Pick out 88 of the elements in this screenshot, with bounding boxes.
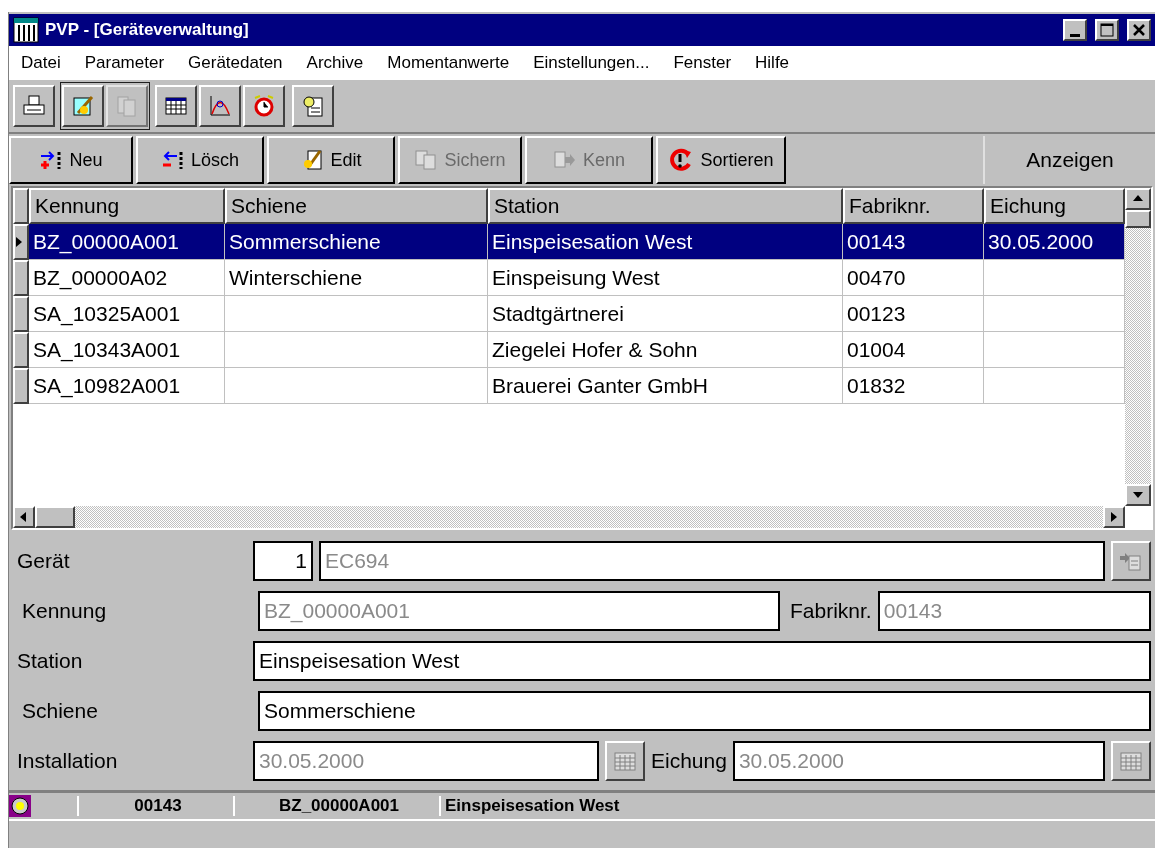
status-text: Einspeisesation West <box>439 796 845 816</box>
field-label: Gerät <box>17 549 71 573</box>
menu-item[interactable]: Archive <box>306 53 364 73</box>
table-cell: SA_10325A001 <box>29 296 225 332</box>
table-cell: Winterschiene <box>225 260 488 296</box>
table-cell: 01004 <box>843 332 984 368</box>
text-field[interactable]: Einspeisesation West <box>253 641 1151 681</box>
menu-item[interactable]: Gerätedaten <box>188 53 283 73</box>
menu-item[interactable]: Datei <box>21 53 61 73</box>
menu-item[interactable]: Hilfe <box>755 53 790 73</box>
row-header[interactable] <box>13 368 29 404</box>
column-header[interactable]: Schiene <box>225 188 488 224</box>
close-button[interactable] <box>1127 19 1151 41</box>
scroll-thumb[interactable] <box>1125 210 1151 228</box>
column-header[interactable]: Station <box>488 188 843 224</box>
maximize-icon <box>1100 23 1114 37</box>
table-cell: BZ_00000A02 <box>29 260 225 296</box>
add-arrows-icon <box>39 149 64 171</box>
field-label: Eichung <box>651 749 727 773</box>
horizontal-scrollbar[interactable] <box>13 506 1125 528</box>
status-text: 00143 <box>77 796 233 816</box>
table-cell: Sommerschiene <box>225 224 488 260</box>
menu-item[interactable]: Momentanwerte <box>387 53 510 73</box>
field-label: Fabriknr. <box>790 599 872 623</box>
page-arrow-icon <box>1119 550 1143 572</box>
scroll-down-button[interactable] <box>1125 484 1151 506</box>
table-cell: BZ_00000A001 <box>29 224 225 260</box>
page-arrow-icon <box>552 149 577 171</box>
table-cell: SA_10343A001 <box>29 332 225 368</box>
notepad-pencil-icon <box>70 93 96 119</box>
row-header[interactable] <box>13 260 29 296</box>
toolbar-button[interactable] <box>199 85 241 127</box>
minimize-icon <box>1070 33 1080 37</box>
table-cell: Einspeisesation West <box>488 224 843 260</box>
table-cell: SA_10982A001 <box>29 368 225 404</box>
remove-arrows-icon <box>160 149 185 171</box>
toolbar-button[interactable] <box>62 85 104 127</box>
table-cell: Brauerei Ganter GmbH <box>488 368 843 404</box>
field-label: Station <box>17 649 84 673</box>
scroll-right-button[interactable] <box>1103 506 1125 528</box>
field-label: Installation <box>17 749 119 773</box>
window-title: PVP - [Geräteverwaltung] <box>45 20 250 40</box>
vertical-scrollbar[interactable] <box>1125 188 1151 506</box>
action-button[interactable]: Lösch <box>136 136 264 184</box>
scroll-left-button[interactable] <box>13 506 35 528</box>
field-label: Schiene <box>21 699 99 723</box>
menu-item[interactable]: Fenster <box>673 53 732 73</box>
calendar-icon <box>614 751 636 771</box>
action-button[interactable]: Sortieren <box>656 136 786 184</box>
row-header[interactable] <box>13 332 29 368</box>
table-cell: 00143 <box>843 224 984 260</box>
calendar-icon <box>1120 751 1142 771</box>
column-header[interactable]: Fabriknr. <box>843 188 984 224</box>
maximize-button[interactable] <box>1095 19 1119 41</box>
table-cell: 01832 <box>843 368 984 404</box>
close-icon <box>1132 23 1146 37</box>
toolbar-button[interactable] <box>155 85 197 127</box>
scroll-thumb[interactable] <box>35 506 75 528</box>
table-cell: 00123 <box>843 296 984 332</box>
text-field[interactable]: Sommerschiene <box>258 691 1151 731</box>
current-row-icon <box>15 236 23 248</box>
status-text: BZ_00000A001 <box>233 796 439 816</box>
minimize-button[interactable] <box>1063 19 1087 41</box>
chart-icon <box>207 93 233 119</box>
table-cell: 30.05.2000 <box>984 224 1125 260</box>
table-cell: 00470 <box>843 260 984 296</box>
table-cell: Ziegelei Hofer & Sohn <box>488 332 843 368</box>
row-header[interactable] <box>13 296 29 332</box>
toolbar-button[interactable] <box>13 85 55 127</box>
view-label: Anzeigen <box>983 136 1155 184</box>
action-button[interactable]: Neu <box>9 136 133 184</box>
scroll-up-button[interactable] <box>1125 188 1151 210</box>
menu-item[interactable]: Einstellungen... <box>533 53 650 73</box>
calendar-button[interactable] <box>605 741 645 781</box>
action-button[interactable]: Edit <box>267 136 395 184</box>
calendar-button[interactable] <box>1111 741 1151 781</box>
column-header[interactable]: Eichung <box>984 188 1125 224</box>
toolbar-button[interactable] <box>243 85 285 127</box>
field-label: Kennung <box>21 599 108 623</box>
table-cell: Stadtgärtnerei <box>488 296 843 332</box>
toolbar-button[interactable] <box>292 85 334 127</box>
menu-item[interactable]: Parameter <box>84 53 165 73</box>
import-button[interactable] <box>1111 541 1151 581</box>
save-pages-icon <box>414 149 439 171</box>
column-header[interactable]: Kennung <box>29 188 225 224</box>
app-icon <box>13 17 39 43</box>
table-cell: Einspeisung West <box>488 260 843 296</box>
row-header[interactable] <box>13 224 29 260</box>
